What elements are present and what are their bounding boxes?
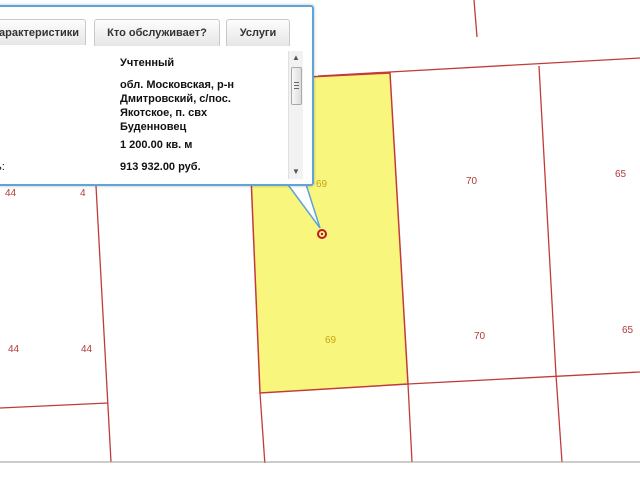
status-strip: [0, 463, 640, 480]
parcel-number-label: 65: [615, 169, 627, 180]
status-value: Учтенный: [120, 57, 175, 69]
popup-tab-bar: арактеристики Кто обслуживает? Услуги: [0, 19, 312, 47]
popup-scrollbar[interactable]: ▲ ▼: [288, 51, 303, 179]
parcel-number-label: 70: [474, 331, 486, 342]
parcel-info-popup: арактеристики Кто обслуживает? Услуги Уч…: [0, 5, 314, 186]
area-value: 1 200.00 кв. м: [120, 139, 193, 151]
parcel-number-label: 44: [8, 344, 20, 355]
scroll-grip: [294, 88, 299, 89]
parcel-number-label: 4: [80, 188, 86, 199]
cost-value: 913 932.00 руб.: [120, 161, 201, 173]
address-line: Буденновец: [120, 121, 187, 133]
scroll-down-icon[interactable]: ▼: [289, 166, 303, 178]
address-line: Дмитровский, с/пос.: [120, 93, 231, 105]
popup-frame: арактеристики Кто обслуживает? Услуги Уч…: [0, 5, 314, 186]
scroll-thumb[interactable]: [291, 67, 302, 105]
scroll-grip: [294, 85, 299, 86]
tab-services[interactable]: Услуги: [226, 19, 290, 46]
parcel-number-label: 44: [5, 188, 17, 199]
address-value: обл. Московская, р-н Дмитровский, с/пос.…: [120, 78, 285, 134]
tab-characteristics[interactable]: арактеристики: [0, 19, 86, 45]
tab-who-serves[interactable]: Кто обслуживает?: [94, 19, 220, 46]
parcel-number-label: 70: [466, 176, 478, 187]
parcel-number-label: 69: [316, 179, 328, 190]
cost-label: ь:: [0, 161, 5, 173]
address-line: обл. Московская, р-н: [120, 79, 235, 91]
parcel-number-label: 44: [81, 344, 93, 355]
parcel-number-label: 69: [325, 335, 337, 346]
parcel-number-label: 65: [622, 325, 634, 336]
popup-content: Учтенный обл. Московская, р-н Дмитровски…: [0, 49, 288, 179]
address-line: Якотское, п. свх: [120, 107, 208, 119]
scroll-up-icon[interactable]: ▲: [289, 52, 303, 64]
scroll-grip: [294, 82, 299, 83]
